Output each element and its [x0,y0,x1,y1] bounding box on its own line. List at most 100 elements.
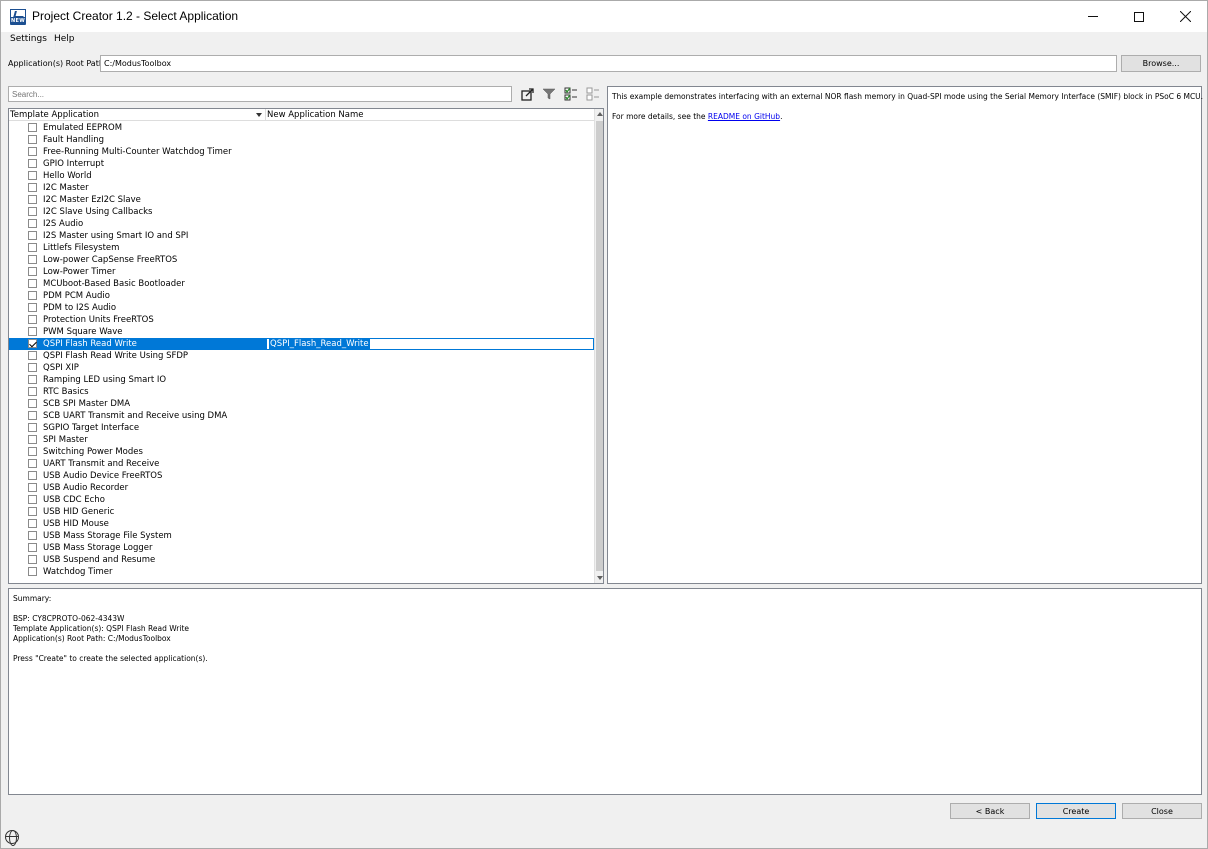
table-row[interactable]: Emulated EEPROM [9,122,594,134]
table-row[interactable]: UART Transmit and Receive [9,458,594,470]
table-row[interactable]: I2S Audio [9,218,594,230]
table-row[interactable]: Protection Units FreeRTOS [9,314,594,326]
row-checkbox[interactable] [28,171,37,180]
row-checkbox[interactable] [28,279,37,288]
row-checkbox[interactable] [28,423,37,432]
row-checkbox[interactable] [28,255,37,264]
table-row[interactable]: USB Mass Storage File System [9,530,594,542]
table-row[interactable]: SPI Master [9,434,594,446]
table-row[interactable]: USB Mass Storage Logger [9,542,594,554]
row-checkbox[interactable] [28,519,37,528]
row-checkbox[interactable] [28,531,37,540]
table-row[interactable]: USB CDC Echo [9,494,594,506]
deselect-all-icon[interactable] [585,86,601,102]
search-input[interactable] [8,86,512,102]
root-path-input[interactable]: C:/ModusToolbox [100,55,1117,72]
table-row[interactable]: Low-power CapSense FreeRTOS [9,254,594,266]
row-checkbox[interactable] [28,471,37,480]
row-checkbox[interactable] [28,507,37,516]
scroll-up-icon[interactable] [597,112,603,116]
table-row[interactable]: QSPI Flash Read Write Using SFDP [9,350,594,362]
table-row[interactable]: Fault Handling [9,134,594,146]
row-checkbox[interactable] [28,543,37,552]
select-all-icon[interactable] [563,86,579,102]
row-checkbox[interactable] [28,183,37,192]
table-row[interactable]: QSPI Flash Read Write QSPI_Flash_Read_Wri… [9,338,594,350]
row-checkbox[interactable] [28,147,37,156]
table-row[interactable]: I2C Master EzI2C Slave [9,194,594,206]
new-name-input[interactable]: QSPI_Flash_Read_Write [266,338,594,350]
table-row[interactable]: USB HID Generic [9,506,594,518]
table-row[interactable]: SCB UART Transmit and Receive using DMA [9,410,594,422]
table-row[interactable]: PDM to I2S Audio [9,302,594,314]
row-checkbox[interactable] [28,351,37,360]
menu-settings[interactable]: Settings [10,34,47,44]
table-row[interactable]: Switching Power Modes [9,446,594,458]
table-row[interactable]: USB Audio Device FreeRTOS [9,470,594,482]
row-checkbox[interactable] [28,231,37,240]
column-header-template[interactable]: Template Application [10,110,266,120]
table-row[interactable]: Watchdog Timer [9,566,594,578]
row-checkbox[interactable] [28,555,37,564]
row-checkbox[interactable] [28,459,37,468]
menu-help[interactable]: Help [54,34,75,44]
maximize-button[interactable] [1116,1,1162,32]
row-checkbox[interactable] [28,207,37,216]
globe-icon[interactable] [5,830,19,846]
table-row[interactable]: PDM PCM Audio [9,290,594,302]
row-checkbox[interactable] [28,375,37,384]
table-row[interactable]: I2C Master [9,182,594,194]
scroll-down-icon[interactable] [597,576,603,580]
table-row[interactable]: USB Suspend and Resume [9,554,594,566]
table-row[interactable]: SGPIO Target Interface [9,422,594,434]
import-icon[interactable] [520,86,536,102]
row-checkbox[interactable] [28,267,37,276]
column-header-new-name[interactable]: New Application Name [267,110,364,120]
row-checkbox[interactable] [28,387,37,396]
row-checkbox[interactable] [28,567,37,576]
create-button[interactable]: Create [1036,803,1116,819]
table-row[interactable]: MCUboot-Based Basic Bootloader [9,278,594,290]
row-checkbox[interactable] [28,339,37,348]
vertical-scrollbar[interactable] [594,109,603,583]
minimize-button[interactable] [1070,1,1116,32]
row-checkbox[interactable] [28,435,37,444]
row-checkbox[interactable] [28,123,37,132]
row-checkbox[interactable] [28,315,37,324]
table-row[interactable]: RTC Basics [9,386,594,398]
sort-arrow-icon[interactable] [256,113,262,117]
row-checkbox[interactable] [28,195,37,204]
close-window-button[interactable] [1162,1,1208,32]
filter-icon[interactable] [541,86,557,102]
row-checkbox[interactable] [28,243,37,252]
row-checkbox[interactable] [28,159,37,168]
table-row[interactable]: USB Audio Recorder [9,482,594,494]
back-button[interactable]: < Back [950,803,1030,819]
table-row[interactable]: Littlefs Filesystem [9,242,594,254]
row-checkbox[interactable] [28,495,37,504]
scroll-thumb[interactable] [596,121,603,571]
row-checkbox[interactable] [28,135,37,144]
row-checkbox[interactable] [28,399,37,408]
table-row[interactable]: Ramping LED using Smart IO [9,374,594,386]
table-row[interactable]: QSPI XIP [9,362,594,374]
row-checkbox[interactable] [28,363,37,372]
table-row[interactable]: I2S Master using Smart IO and SPI [9,230,594,242]
table-row[interactable]: PWM Square Wave [9,326,594,338]
table-row[interactable]: GPIO Interrupt [9,158,594,170]
table-row[interactable]: USB HID Mouse [9,518,594,530]
browse-button[interactable]: Browse... [1121,55,1201,72]
row-checkbox[interactable] [28,483,37,492]
table-row[interactable]: I2C Slave Using Callbacks [9,206,594,218]
table-row[interactable]: SCB SPI Master DMA [9,398,594,410]
row-checkbox[interactable] [28,447,37,456]
table-row[interactable]: Hello World [9,170,594,182]
table-row[interactable]: Low-Power Timer [9,266,594,278]
row-checkbox[interactable] [28,327,37,336]
close-button[interactable]: Close [1122,803,1202,819]
table-row[interactable]: Free-Running Multi-Counter Watchdog Time… [9,146,594,158]
row-checkbox[interactable] [28,303,37,312]
row-checkbox[interactable] [28,411,37,420]
row-checkbox[interactable] [28,219,37,228]
column-divider[interactable] [265,109,266,121]
